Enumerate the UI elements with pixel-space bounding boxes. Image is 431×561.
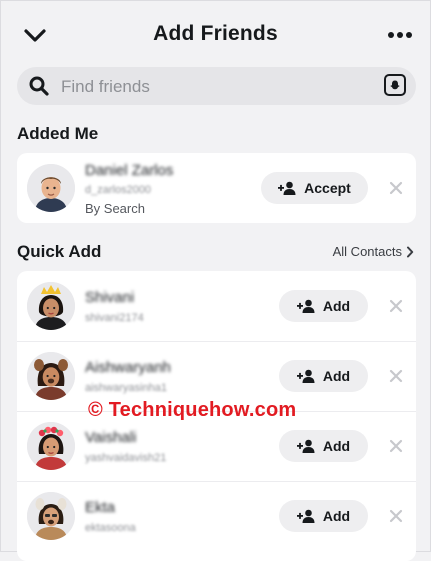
avatar <box>27 282 75 330</box>
snapcode-icon[interactable] <box>384 74 406 96</box>
add-button[interactable]: Add <box>279 290 368 322</box>
friend-username: aishwaryasinha1 <box>85 382 167 394</box>
add-label: Add <box>322 368 351 384</box>
added-me-card: Daniel Zarlos d_zarlos2000 By Search Acc… <box>17 153 416 223</box>
add-friend-icon <box>278 181 296 195</box>
add-label: Add <box>322 508 351 524</box>
page-title: Add Friends <box>153 22 278 45</box>
quick-add-heading: Quick Add <box>17 242 102 261</box>
add-button[interactable]: Add <box>279 360 368 392</box>
close-icon[interactable] <box>388 368 404 384</box>
friend-name: Daniel Zarlos <box>85 162 174 179</box>
friend-name: Vaishali <box>85 429 137 446</box>
friend-name: Shivani <box>85 289 135 306</box>
avatar <box>27 492 75 540</box>
friend-username: d_zarlos2000 <box>85 184 152 196</box>
friend-username: ektasoona <box>85 522 136 534</box>
friend-username: shivani2174 <box>85 312 144 324</box>
close-icon[interactable] <box>388 508 404 524</box>
header: Add Friends <box>0 0 431 66</box>
list-item[interactable]: Shivani shivani2174 Add <box>17 271 416 341</box>
watermark: © Techniquehow.com <box>88 399 297 421</box>
friend-name: Ekta <box>85 499 116 516</box>
add-friend-icon <box>296 439 315 453</box>
avatar <box>27 164 75 212</box>
friend-username: yashvaidavish21 <box>85 452 167 464</box>
add-label: Add <box>322 298 351 314</box>
add-friend-icon <box>296 299 315 313</box>
accept-label: Accept <box>304 180 351 196</box>
accept-button[interactable]: Accept <box>261 172 368 204</box>
added-me-heading: Added Me <box>17 124 99 143</box>
chevron-right-icon <box>407 246 414 257</box>
add-button[interactable]: Add <box>279 500 368 532</box>
avatar <box>27 422 75 470</box>
search-bar <box>17 67 416 105</box>
close-icon[interactable] <box>388 298 404 314</box>
list-item[interactable]: Ekta ektasoona Add <box>17 481 416 551</box>
add-friend-icon <box>296 369 315 383</box>
search-input[interactable] <box>59 74 363 100</box>
add-button[interactable]: Add <box>279 430 368 462</box>
close-icon[interactable] <box>388 438 404 454</box>
avatar <box>27 352 75 400</box>
add-friend-icon <box>296 509 315 523</box>
list-item[interactable]: Daniel Zarlos d_zarlos2000 By Search Acc… <box>17 153 416 223</box>
friend-source: By Search <box>85 201 145 216</box>
search-icon <box>29 76 49 96</box>
all-contacts-link[interactable]: All Contacts <box>333 244 414 259</box>
close-icon[interactable] <box>388 180 404 196</box>
more-dots-icon[interactable] <box>384 22 416 48</box>
all-contacts-label: All Contacts <box>332 244 402 259</box>
friend-name: Aishwaryanh <box>85 359 171 376</box>
add-label: Add <box>322 438 351 454</box>
